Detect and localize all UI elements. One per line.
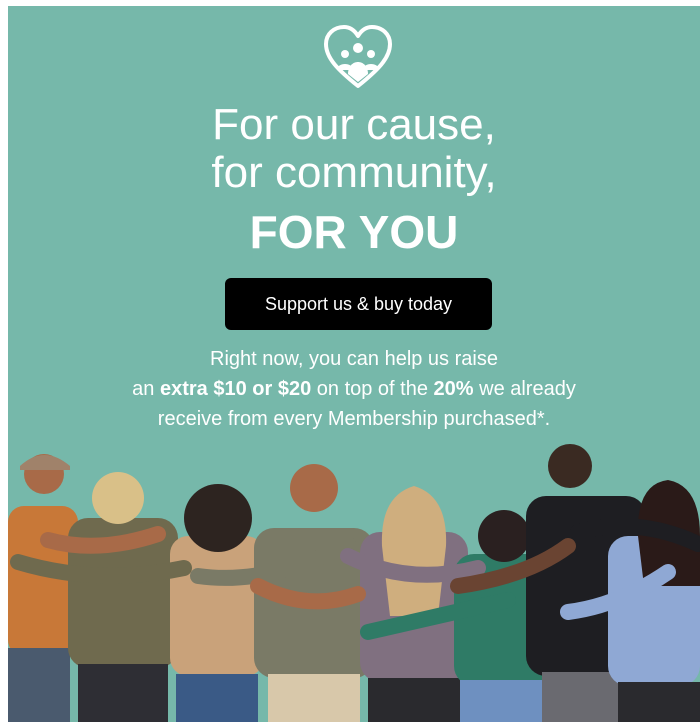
- body-line-3: receive from every Membership purchased*…: [157, 408, 551, 430]
- body-line-2-a: an: [132, 378, 160, 400]
- person-5: [360, 486, 468, 722]
- body-line-2-c: on top of the: [311, 378, 434, 400]
- body-line-1: Right now, you can help us raise: [210, 348, 498, 370]
- heading-line-2: for community,: [211, 148, 497, 197]
- person-1: [8, 454, 78, 722]
- extra-amount-text: extra $10 or $20: [159, 378, 312, 400]
- heart-community-icon: [324, 25, 392, 88]
- percent-text: 20%: [433, 378, 474, 400]
- body-line-2: an extra $10 or $20 on top of the 20% we…: [8, 376, 700, 402]
- body-line-2-e: we already: [473, 378, 576, 400]
- support-buy-button[interactable]: Support us & buy today: [225, 278, 492, 330]
- heading-line-1: For our cause,: [212, 100, 496, 149]
- person-2: [68, 472, 178, 722]
- community-photo: [8, 444, 700, 722]
- heading-line-3: FOR YOU: [249, 206, 459, 258]
- promo-banner: For our cause, for community, FOR YOU Su…: [8, 6, 700, 722]
- person-3: [170, 484, 264, 722]
